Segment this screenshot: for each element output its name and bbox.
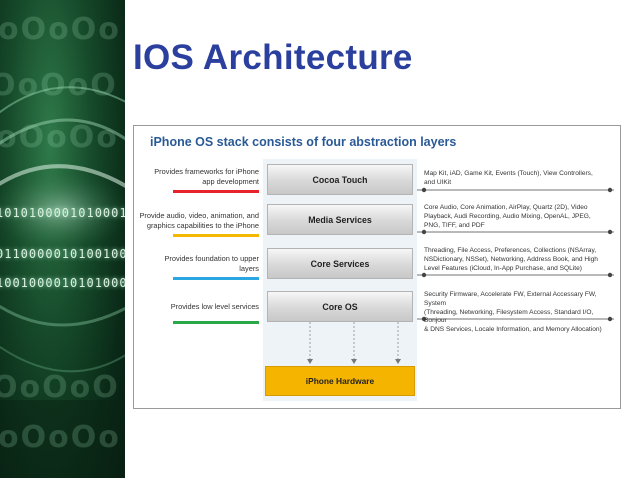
layer-3-description-text: Provides foundation to upper layers <box>164 254 259 273</box>
decor-zeros: OoOoO <box>0 370 120 405</box>
layer-2-description: Provide audio, video, animation, and gra… <box>134 211 259 230</box>
layer-4-frameworks-text: Security Firmware, Accelerate FW, Extern… <box>424 291 602 334</box>
layer-1-frameworks-text: Map Kit, iAD, Game Kit, Events (Touch), … <box>424 170 593 186</box>
layer-core-services: Core Services <box>267 248 413 279</box>
decor-zeros: oOoOo <box>0 12 121 47</box>
decor-binary: 0110000010100100 <box>0 247 125 261</box>
layer-2-frameworks: Core Audio, Core Animation, AirPlay, Qua… <box>424 204 616 230</box>
layer-4-underline <box>173 321 259 324</box>
layer-3-description: Provides foundation to upper layers <box>138 254 259 273</box>
layer-2-frameworks-text: Core Audio, Core Animation, AirPlay, Qua… <box>424 204 591 229</box>
layer-3-frameworks-text: Threading, File Access, Preferences, Col… <box>424 247 598 272</box>
layer-1-underline <box>173 190 259 193</box>
layer-4-description: Provides low level services <box>138 302 259 312</box>
decorative-left-strip: oOoOo OoOoO oOoOo 1010100001010001 01100… <box>0 0 125 478</box>
decor-zeros: OoOoO <box>0 68 118 103</box>
layer-cocoa-touch: Cocoa Touch <box>267 164 413 195</box>
decor-zeros: oOoOo <box>0 420 121 455</box>
layer-core-os: Core OS <box>267 291 413 322</box>
layer-4-frameworks: Security Firmware, Accelerate FW, Extern… <box>424 291 616 335</box>
layer-1-description: Provides frameworks for iPhone app devel… <box>138 167 259 186</box>
architecture-diagram: iPhone OS stack consists of four abstrac… <box>133 125 621 409</box>
slide-title: IOS Architecture <box>133 38 413 77</box>
decor-binary: 1010100001010001 <box>0 206 125 220</box>
layer-3-frameworks: Threading, File Access, Preferences, Col… <box>424 247 616 273</box>
layer-3-underline <box>173 277 259 280</box>
decor-zeros: oOoOo <box>0 120 119 155</box>
decor-binary: 1001000010101000 <box>0 276 125 290</box>
layer-media-services: Media Services <box>267 204 413 235</box>
layer-1-description-text: Provides frameworks for iPhone app devel… <box>154 167 259 186</box>
layer-2-underline <box>173 234 259 237</box>
layer-1-frameworks: Map Kit, iAD, Game Kit, Events (Touch), … <box>424 170 616 188</box>
iphone-hardware-box: iPhone Hardware <box>265 366 415 396</box>
layer-2-description-text: Provide audio, video, animation, and gra… <box>139 211 259 230</box>
layer-4-description-text: Provides low level services <box>170 302 259 311</box>
